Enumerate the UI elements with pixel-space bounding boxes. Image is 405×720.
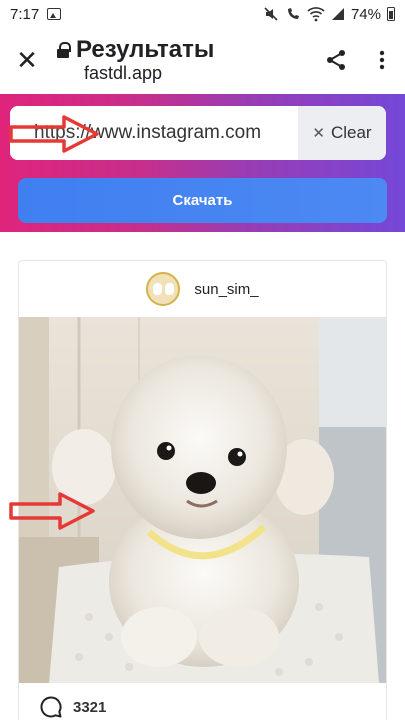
clear-x-icon: ✕ [312, 125, 325, 142]
gallery-notification-icon [47, 8, 62, 20]
wifi-call-icon [287, 8, 299, 19]
lock-icon[interactable] [56, 41, 71, 59]
more-menu-button[interactable] [359, 33, 405, 87]
wifi-icon [307, 7, 325, 22]
comment-icon[interactable] [39, 695, 63, 719]
post-header: sun_sim_ [19, 261, 386, 317]
close-icon[interactable]: ✕ [0, 33, 54, 87]
clear-label: Clear [330, 123, 372, 142]
post-username[interactable]: sun_sim_ [194, 281, 258, 298]
mute-icon [264, 7, 278, 21]
more-vert-icon [379, 50, 385, 70]
status-icons: 74% [263, 6, 395, 23]
post-footer: 3321 [19, 683, 386, 720]
annotation-arrow-url [9, 115, 99, 153]
clear-button[interactable]: ✕ Clear [298, 106, 386, 160]
battery-icon [387, 7, 395, 21]
post-card: sun_sim_ 3321 [18, 260, 387, 720]
title-block: Результаты fastdl.app [54, 37, 313, 83]
page-url[interactable]: fastdl.app [84, 63, 313, 83]
download-button[interactable]: Скачать [18, 178, 387, 223]
annotation-arrow-photo [9, 492, 95, 530]
status-bar: 7:17 74% [0, 0, 405, 28]
page-title: Результаты [76, 36, 215, 63]
avatar [146, 272, 181, 306]
status-time: 7:17 [10, 5, 40, 23]
signal-icon [331, 8, 344, 20]
battery-percent: 74% [350, 5, 381, 23]
share-button[interactable] [313, 33, 359, 87]
custom-tab-toolbar: ✕ Результаты fastdl.app [0, 28, 405, 92]
comment-count: 3321 [73, 698, 107, 716]
share-icon [327, 50, 345, 70]
